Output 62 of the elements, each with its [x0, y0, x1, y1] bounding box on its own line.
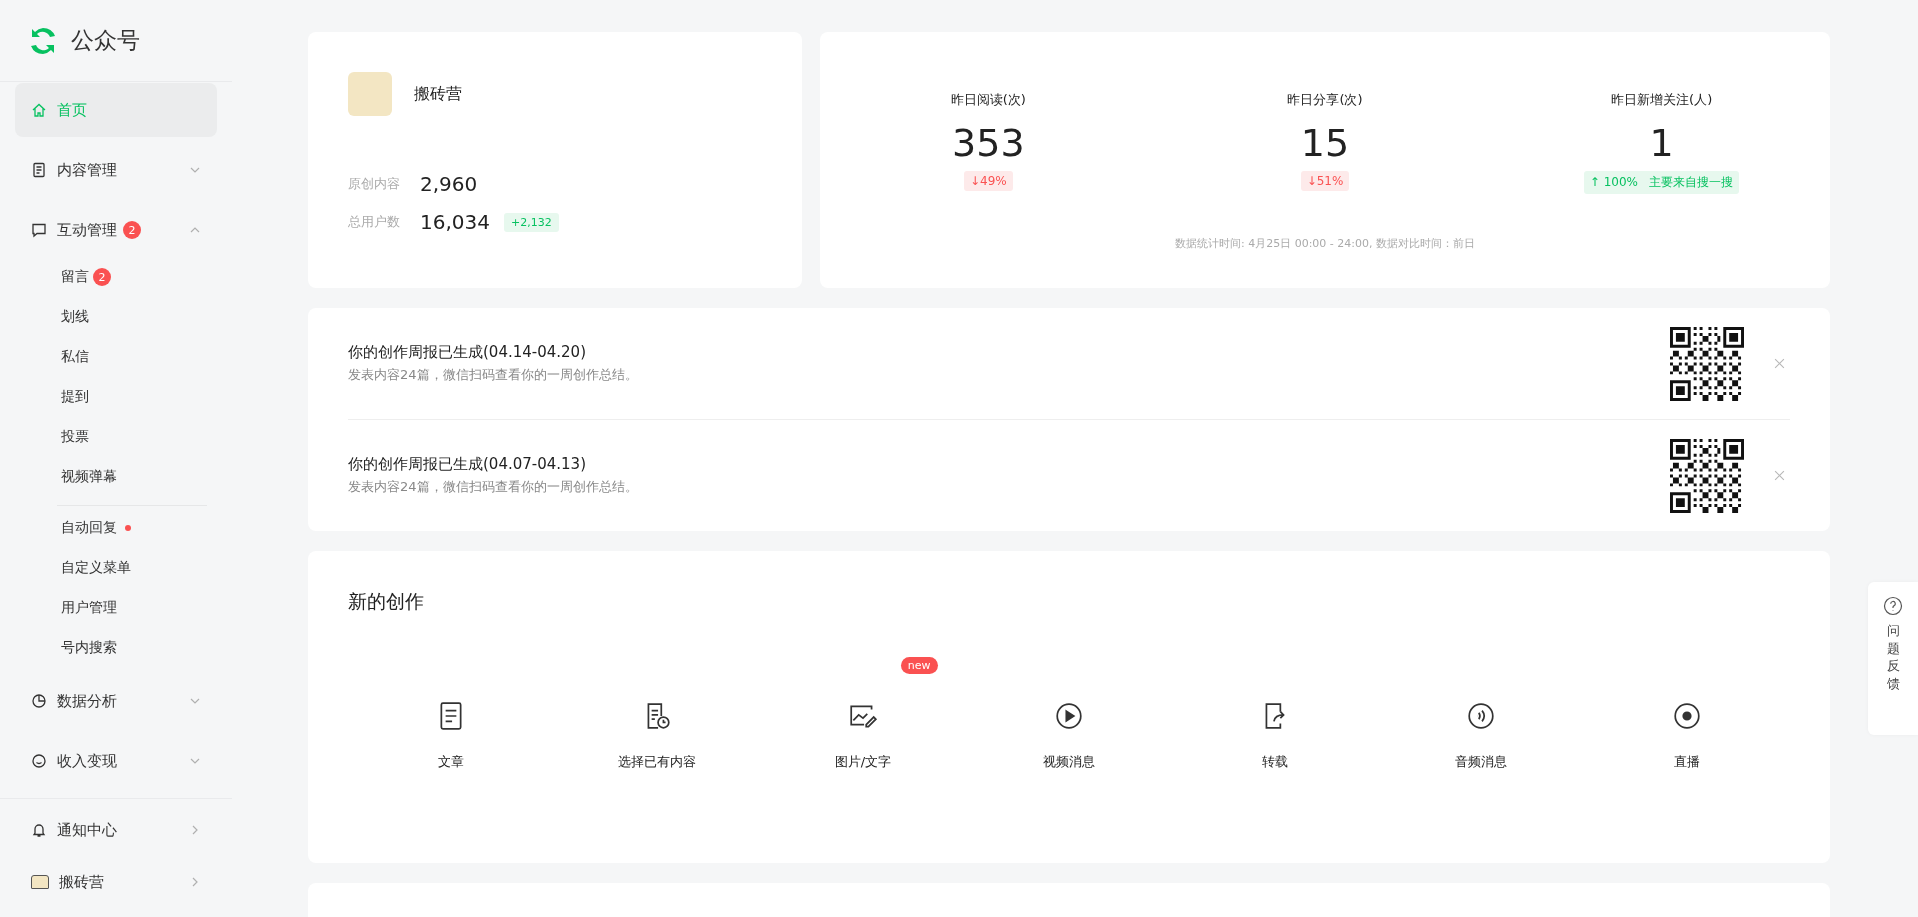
- nav-item[interactable]: 数据分析: [15, 674, 217, 728]
- report-description: 发表内容24篇，微信扫码查看你的一周创作总结。: [348, 366, 639, 384]
- submenu-item[interactable]: 提到: [15, 377, 217, 417]
- submenu-item[interactable]: 投票: [15, 417, 217, 457]
- stat-value: 16,034: [420, 210, 490, 234]
- create-option[interactable]: 转载: [1254, 701, 1296, 771]
- nav-item[interactable]: 互动管理 2: [15, 203, 217, 257]
- stat-value: 2,960: [420, 172, 478, 196]
- metric-label: 昨日分享(次): [1287, 91, 1363, 109]
- nav-item[interactable]: 通知中心: [15, 805, 217, 855]
- submenu-item[interactable]: 留言 2: [15, 257, 217, 297]
- create-option[interactable]: 视频消息: [1037, 701, 1101, 771]
- footnote: 数据统计时间: 4月25日 00:00 - 24:00, 数据对比时间：前日: [1174, 235, 1476, 251]
- record-circle-icon: [1672, 701, 1702, 731]
- report-title: 你的创作周报已生成(04.07-04.13): [348, 455, 587, 474]
- avatar-placeholder: [348, 72, 392, 116]
- document-icon: [31, 162, 47, 178]
- create-option[interactable]: 直播: [1666, 701, 1708, 771]
- metric-value: 15: [1300, 121, 1350, 167]
- stat-label: 总用户数: [348, 213, 401, 231]
- pie-chart-icon: [31, 693, 47, 709]
- nav-item[interactable]: 收入变现: [15, 734, 217, 788]
- submenu-item[interactable]: 私信: [15, 337, 217, 377]
- metric-label: 昨日阅读(次): [950, 91, 1026, 109]
- metric-value: 1: [1649, 121, 1674, 167]
- report-title: 你的创作周报已生成(04.14-04.20): [348, 343, 587, 362]
- metric-label: 昨日新增关注(人): [1611, 91, 1713, 109]
- bell-icon: [31, 822, 47, 838]
- account-name: 搬砖营: [414, 83, 462, 105]
- nav-item[interactable]: 搬砖营: [15, 857, 217, 907]
- close-icon[interactable]: [1774, 358, 1785, 369]
- new-badge: new: [900, 657, 938, 674]
- section-title: 新的创作: [348, 589, 424, 614]
- metric-value: 353: [952, 121, 1025, 167]
- submenu-item[interactable]: 划线: [15, 297, 217, 337]
- close-icon[interactable]: [1774, 470, 1785, 481]
- create-option[interactable]: 选择已有内容: [612, 701, 702, 771]
- chat-bubble-icon: [31, 222, 47, 238]
- home-icon: [31, 102, 47, 118]
- count-badge: 2: [93, 268, 111, 286]
- growth-badge: +2,132: [504, 212, 559, 232]
- submenu-item[interactable]: 自定义菜单: [57, 548, 207, 588]
- submenu-item[interactable]: 视频弹幕: [15, 457, 217, 497]
- app-title: 公众号: [71, 26, 140, 55]
- stat-label: 原创内容: [348, 175, 401, 193]
- sound-wave-icon: [1466, 701, 1496, 731]
- change-badge: ↑ 100% 主要来自搜一搜: [1583, 170, 1740, 194]
- create-option[interactable]: 音频消息: [1449, 701, 1513, 771]
- smiley-icon: [31, 753, 47, 769]
- change-badge: ↓49%: [963, 170, 1013, 191]
- create-option[interactable]: 文章: [430, 701, 472, 771]
- help-icon: [1883, 596, 1903, 616]
- submenu-item[interactable]: 号内搜索: [57, 628, 207, 668]
- nav-item[interactable]: 内容管理: [15, 143, 217, 197]
- avatar-placeholder: [31, 875, 49, 889]
- count-badge: 2: [123, 221, 141, 239]
- play-circle-icon: [1054, 701, 1084, 731]
- report-description: 发表内容24篇，微信扫码查看你的一周创作总结。: [348, 478, 639, 496]
- change-badge: ↓51%: [1300, 170, 1350, 191]
- feedback-button[interactable]: 问题反馈: [1868, 582, 1918, 735]
- submenu-item[interactable]: 自动回复: [57, 508, 207, 548]
- submenu-item[interactable]: 用户管理: [57, 588, 207, 628]
